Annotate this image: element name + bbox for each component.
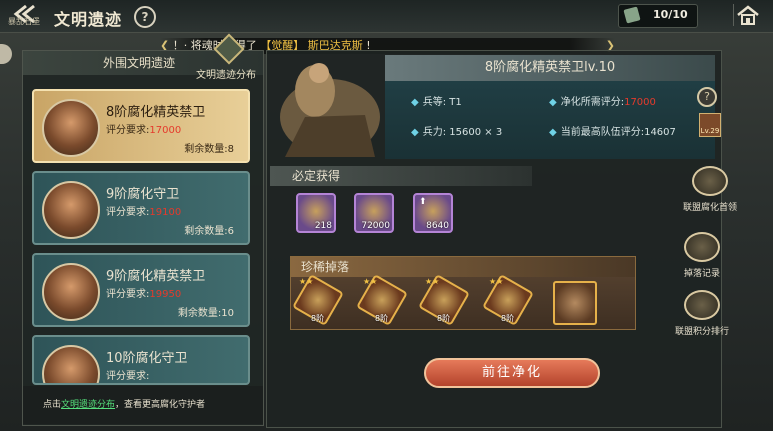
stat-rank: ◆ 兵等: T1 (411, 97, 462, 108)
crossed-swords-icon (692, 166, 728, 196)
guard-portrait (42, 263, 100, 321)
guard-portrait (42, 99, 100, 157)
relic-card[interactable]: 8阶腐化精英禁卫 评分要求:17000 剩余数量:8 (32, 89, 250, 163)
stat-required-score: ◆ 净化所需评分:17000 (549, 97, 656, 108)
help-button[interactable]: ? (134, 6, 156, 28)
back-location-label: 暴乱石堡 (8, 17, 40, 26)
scroll-drop-icon[interactable]: ★★ 8阶 (292, 274, 344, 326)
relic-card[interactable]: 9阶腐化守卫 评分要求:19100 剩余数量:6 (32, 171, 250, 245)
relic-card-name: 8阶腐化精英禁卫 (106, 105, 206, 120)
relic-list-title: 外围文明遗迹 (103, 56, 176, 70)
relic-card-remaining: 剩余数量:10 (177, 308, 234, 319)
map-marker-icon (213, 33, 245, 65)
rare-drops-header: 珍稀掉落 (291, 257, 635, 277)
relic-card-requirement: 评分要求:19100 (106, 207, 182, 218)
footer-suffix: ，查看更高腐化守护者 (115, 400, 206, 410)
medal-icon (684, 290, 720, 320)
stat-troops: ◆ 兵力: 15600 × 3 (411, 127, 503, 138)
guard-portrait (42, 345, 100, 383)
footer-prefix: 点击 (43, 400, 62, 410)
guard-portrait (42, 181, 100, 239)
relic-card-requirement: 评分要求:17000 (106, 125, 182, 136)
relic-list-footer: 点击文明遗迹分布，查看更高腐化守护者 (23, 386, 263, 424)
drop-record-button[interactable]: 掉落记录 (664, 232, 740, 286)
relic-list-panel: 外围文明遗迹 8阶腐化精英禁卫 评分要求:17000 剩余数量:8 9阶腐化守卫… (22, 50, 264, 426)
stat-team-score: ◆ 当前最高队伍评分:14607 (549, 127, 676, 138)
book-drop-icon[interactable]: ★★ 8阶 (418, 274, 470, 326)
relic-card-remaining: 剩余数量:6 (184, 226, 234, 237)
gold-coins-icon[interactable]: 72000 (354, 193, 394, 233)
relic-card-remaining: 剩余数量:8 (184, 144, 234, 155)
relic-card-name: 9阶腐化精英禁卫 (106, 269, 206, 284)
coin-medal-icon[interactable]: 218 (296, 193, 336, 233)
relic-card[interactable]: 9阶腐化精英禁卫 评分要求:19950 剩余数量:10 (32, 253, 250, 327)
go-purify-button[interactable]: 前往净化 (424, 358, 600, 388)
relic-card-requirement: 评分要求:19950 (106, 289, 182, 300)
boss-stats: ◆ 兵等: T1 ◆ 净化所需评分:17000 ◆ 兵力: 15600 × 3 ◆ 当前… (385, 81, 715, 159)
ticket-icon (623, 6, 641, 24)
home-icon (737, 5, 759, 25)
alliance-corruption-leader-button[interactable]: 联盟腐化首领 (672, 166, 748, 220)
scroll-icon (684, 232, 720, 262)
top-bar: 暴乱石堡 文明遗迹 ? 10/10 (0, 0, 773, 33)
alliance-ranking-button[interactable]: 联盟积分排行 (664, 290, 740, 344)
ticket-count: 10/10 (653, 8, 688, 21)
ticket-counter: 10/10 (618, 4, 698, 28)
statue-drop-icon[interactable]: ★★ 8阶 (356, 274, 408, 326)
boss-rider-image (280, 63, 380, 157)
arrow-up-icon: ⬆ (419, 197, 427, 207)
relic-card-requirement: 评分要求: (106, 371, 150, 382)
gold-coins-up-icon[interactable]: ⬆ 8640 (413, 193, 453, 233)
home-button[interactable] (733, 4, 762, 26)
relic-distribution-link[interactable]: 文明遗迹分布 (61, 400, 115, 410)
warhorse-drop-icon[interactable] (553, 281, 597, 325)
side-expand-button[interactable] (0, 44, 12, 64)
boss-title: 8阶腐化精英禁卫lv.10 (385, 55, 715, 81)
horn-drop-icon[interactable]: ★★ 8阶 (482, 274, 534, 326)
commander-avatar[interactable]: Lv.29 (699, 113, 721, 137)
relic-distribution-button[interactable]: 文明遗迹分布 (196, 33, 266, 81)
guaranteed-rewards-header: 必定获得 (270, 166, 532, 186)
relic-card-name: 9阶腐化守卫 (106, 187, 180, 202)
page-title: 文明遗迹 (54, 10, 123, 29)
relic-card-name: 10阶腐化守卫 (106, 351, 188, 366)
boss-help-button[interactable]: ? (697, 87, 717, 107)
relic-distribution-label: 文明遗迹分布 (196, 70, 256, 81)
rare-drops-panel: 珍稀掉落 ★★ 8阶 ★★ 8阶 ★★ 8阶 ★★ 8阶 (290, 256, 636, 330)
relic-card[interactable]: 10阶腐化守卫 评分要求: (32, 335, 250, 385)
